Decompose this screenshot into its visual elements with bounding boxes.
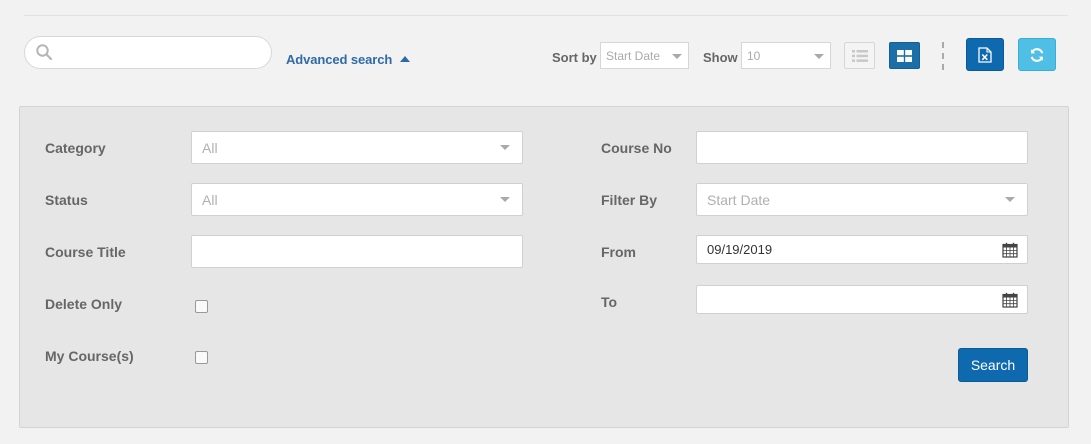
my-courses-label: My Course(s) bbox=[45, 348, 134, 364]
advanced-search-link[interactable]: Advanced search bbox=[286, 52, 411, 67]
course-no-input[interactable] bbox=[697, 132, 1027, 163]
filter-by-value: Start Date bbox=[707, 192, 771, 208]
calendar-icon[interactable] bbox=[1002, 242, 1018, 258]
category-label: Category bbox=[45, 140, 106, 156]
chevron-down-icon bbox=[500, 145, 510, 150]
chevron-down-icon bbox=[814, 54, 824, 59]
sort-by-label: Sort by bbox=[552, 50, 597, 65]
course-no-label: Course No bbox=[601, 140, 672, 156]
list-view-icon bbox=[851, 49, 868, 62]
my-courses-checkbox[interactable] bbox=[195, 351, 208, 364]
category-value: All bbox=[202, 140, 218, 156]
search-button[interactable]: Search bbox=[958, 348, 1028, 382]
refresh-icon bbox=[1030, 47, 1044, 62]
grid-view-icon bbox=[897, 49, 912, 62]
export-excel-button[interactable] bbox=[966, 38, 1004, 71]
calendar-icon[interactable] bbox=[1002, 292, 1018, 308]
course-title-input[interactable] bbox=[192, 236, 522, 267]
chevron-down-icon bbox=[500, 197, 510, 202]
top-divider bbox=[24, 15, 1068, 16]
filter-by-select[interactable]: Start Date bbox=[696, 183, 1028, 216]
to-date-field[interactable] bbox=[696, 285, 1028, 314]
from-date-field[interactable] bbox=[696, 235, 1028, 264]
chevron-down-icon bbox=[672, 54, 682, 59]
to-date-input[interactable] bbox=[697, 286, 987, 313]
advanced-search-label: Advanced search bbox=[286, 52, 393, 67]
grid-view-button[interactable] bbox=[889, 42, 920, 69]
search-input[interactable] bbox=[59, 41, 264, 64]
course-title-label: Course Title bbox=[45, 244, 126, 260]
from-date-input[interactable] bbox=[697, 236, 987, 263]
show-value: 10 bbox=[747, 49, 761, 63]
course-no-field[interactable] bbox=[696, 131, 1028, 164]
sort-by-select[interactable]: Start Date bbox=[600, 42, 689, 69]
chevron-down-icon bbox=[1005, 197, 1015, 202]
refresh-button[interactable] bbox=[1018, 38, 1056, 71]
delete-only-checkbox[interactable] bbox=[195, 300, 208, 313]
filter-by-label: Filter By bbox=[601, 192, 658, 208]
sort-by-value: Start Date bbox=[606, 49, 661, 63]
show-select[interactable]: 10 bbox=[741, 42, 831, 69]
list-view-button[interactable] bbox=[844, 42, 875, 69]
caret-up-icon bbox=[400, 55, 411, 62]
excel-icon bbox=[978, 46, 992, 63]
course-title-field[interactable] bbox=[191, 235, 523, 268]
to-label: To bbox=[601, 294, 618, 310]
status-value: All bbox=[202, 192, 218, 208]
category-select[interactable]: All bbox=[191, 131, 523, 164]
show-label: Show bbox=[703, 50, 738, 65]
delete-only-label: Delete Only bbox=[45, 296, 123, 312]
status-label: Status bbox=[45, 192, 88, 208]
search-icon bbox=[36, 44, 53, 61]
from-label: From bbox=[601, 244, 636, 260]
toolbar-divider bbox=[942, 42, 944, 70]
status-select[interactable]: All bbox=[191, 183, 523, 216]
search-box[interactable] bbox=[24, 36, 272, 69]
